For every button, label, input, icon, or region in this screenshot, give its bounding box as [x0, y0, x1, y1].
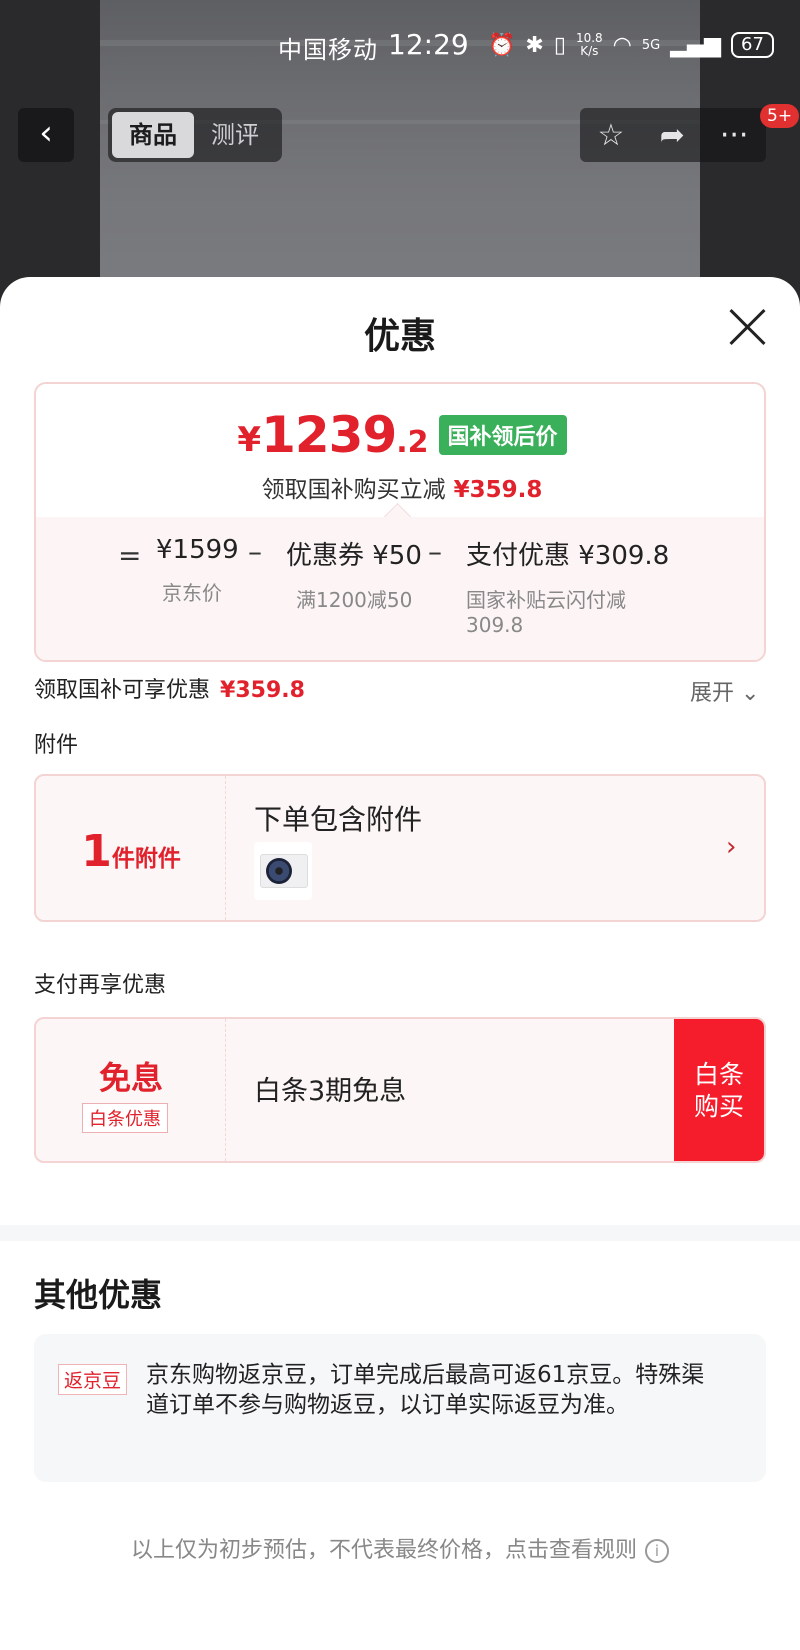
close-icon[interactable] — [728, 307, 768, 347]
price-subtitle: 领取国补购买立减 ¥359.8 — [36, 470, 764, 504]
interest-free-label: 免息 — [98, 1059, 163, 1097]
price-breakdown: = ¥1599 京东价 – 优惠券 ¥50 满1200减50 – 支付优惠 ¥3… — [36, 517, 764, 660]
subtitle-amount: ¥359.8 — [453, 477, 543, 503]
subtitle-text: 领取国补购买立减 — [261, 477, 446, 503]
savings-amount: ¥359.8 — [220, 678, 305, 703]
status-bar: 中国移动 12:29 ⏰ ✱ ▯ 10.8 K/s ◠ 5G ▂▄▆ 67 — [0, 24, 800, 68]
breakdown-amount: ¥1599 — [156, 535, 239, 565]
installment-title: 白条3期免息 — [254, 1076, 407, 1107]
minus-sign: – — [248, 535, 262, 568]
net-speed-value: 10.8 — [575, 31, 603, 45]
tab-product[interactable]: 商品 — [112, 112, 194, 158]
rules-note[interactable]: 以上仅为初步预估，不代表最终价格，点击查看规则 i — [0, 1532, 800, 1564]
minus-sign: – — [428, 535, 442, 568]
network-type: 5G — [641, 37, 661, 53]
battery-indicator: 67 — [731, 32, 774, 58]
vibrate-icon: ▯ — [553, 32, 566, 58]
price-decimal: .2 — [396, 424, 429, 460]
bean-rebate-tag: 返京豆 — [58, 1364, 128, 1395]
accessory-count-number: 1 — [81, 826, 112, 877]
clock: 12:29 — [388, 28, 469, 61]
payment-offer-box: 免息 白条优惠 — [36, 1019, 226, 1161]
breakdown-label-line2: 309.8 — [466, 613, 524, 637]
breakdown-amount: 优惠券 ¥50 — [286, 541, 422, 571]
expand-label: 展开 — [690, 681, 735, 706]
currency-symbol: ¥ — [237, 420, 262, 460]
chevron-left-icon: ‹ — [39, 113, 53, 153]
other-offers-title: 其他优惠 — [34, 1276, 163, 1314]
bluetooth-icon: ✱ — [525, 32, 544, 58]
breakdown-label-line1: 国家补贴云闪付减 — [466, 588, 626, 612]
expand-button[interactable]: 展开 ⌄ — [690, 675, 759, 707]
chevron-right-icon: › — [726, 832, 737, 862]
rules-note-text: 以上仅为初步预估，不代表最终价格，点击查看规则 — [130, 1538, 637, 1563]
accessories-count-box: 1件附件 — [36, 776, 226, 920]
nav-actions: ☆ ➦ ··· — [580, 108, 766, 162]
final-price: ¥ 1239 .2 国补领后价 — [36, 406, 764, 464]
message-badge: 5+ — [760, 104, 800, 128]
payment-panel: 免息 白条优惠 白条3期免息 白条 购买 — [34, 1017, 766, 1163]
status-icons: ⏰ ✱ ▯ 10.8 K/s ◠ 5G ▂▄▆ 67 — [488, 32, 774, 58]
buy-button-line2: 购买 — [693, 1092, 744, 1121]
baitiao-buy-button[interactable]: 白条 购买 — [674, 1019, 764, 1161]
sheet-title: 优惠 — [363, 316, 436, 357]
accessories-title: 下单包含附件 — [254, 803, 423, 836]
carrier-name: 中国移动 — [278, 36, 378, 64]
accessory-count: 1件附件 — [36, 826, 226, 877]
section-divider — [0, 1225, 800, 1241]
net-speed: 10.8 K/s — [576, 32, 603, 58]
price-card: ¥ 1239 .2 国补领后价 领取国补购买立减 ¥359.8 = ¥1599 京… — [34, 382, 766, 662]
savings-label: 领取国补可享优惠 — [34, 678, 211, 703]
chevron-down-icon: ⌄ — [741, 681, 760, 706]
buy-button-line1: 白条 — [693, 1060, 744, 1089]
accessory-count-unit: 件附件 — [111, 846, 181, 872]
more-icon[interactable]: ··· — [720, 118, 749, 153]
breakdown-payment: 支付优惠 ¥309.8 国家补贴云闪付减 309.8 — [466, 535, 669, 637]
savings-row: 领取国补可享优惠 ¥359.8 — [34, 672, 305, 704]
signal-icon: ▂▄▆ — [670, 32, 721, 58]
bean-rebate-text: 京东购物返京豆，订单完成后最高可返61京豆。特殊渠道订单不参与购物返豆，以订单实… — [146, 1362, 705, 1418]
wifi-icon: ◠ — [612, 32, 632, 58]
star-icon[interactable]: ☆ — [598, 118, 625, 153]
share-icon[interactable]: ➦ — [660, 118, 685, 153]
price-integer: 1239 — [261, 406, 397, 464]
breakdown-label: 满1200减50 — [296, 588, 413, 612]
equals-sign: = — [118, 539, 142, 572]
payment-section-title: 支付再享优惠 — [34, 973, 167, 998]
breakdown-label: 京东价 — [162, 581, 222, 605]
breakdown-label: 国家补贴云闪付减 309.8 — [466, 584, 669, 637]
back-button[interactable]: ‹ — [18, 108, 74, 162]
product-tabs: 商品 测评 — [108, 108, 282, 162]
alarm-icon: ⏰ — [488, 32, 516, 58]
breakdown-amount: 支付优惠 ¥309.8 — [466, 541, 670, 571]
tab-review[interactable]: 测评 — [194, 112, 276, 158]
subsidy-price-tag: 国补领后价 — [438, 415, 567, 455]
breakdown-jd-price: ¥1599 京东价 — [156, 535, 239, 606]
info-icon[interactable]: i — [645, 1539, 669, 1563]
accessories-panel[interactable]: 1件附件 下单包含附件 › — [34, 774, 766, 922]
accessory-thumbnail[interactable] — [254, 842, 312, 900]
baitiao-offer-tag: 白条优惠 — [82, 1103, 168, 1133]
net-speed-unit: K/s — [580, 44, 599, 58]
breakdown-coupon: 优惠券 ¥50 满1200减50 — [286, 535, 422, 613]
price-summary: ¥ 1239 .2 国补领后价 领取国补购买立减 ¥359.8 — [36, 384, 764, 517]
accessories-section-title: 附件 — [34, 733, 79, 758]
bean-rebate-card: 返京豆 京东购物返京豆，订单完成后最高可返61京豆。特殊渠道订单不参与购物返豆，… — [34, 1334, 766, 1482]
